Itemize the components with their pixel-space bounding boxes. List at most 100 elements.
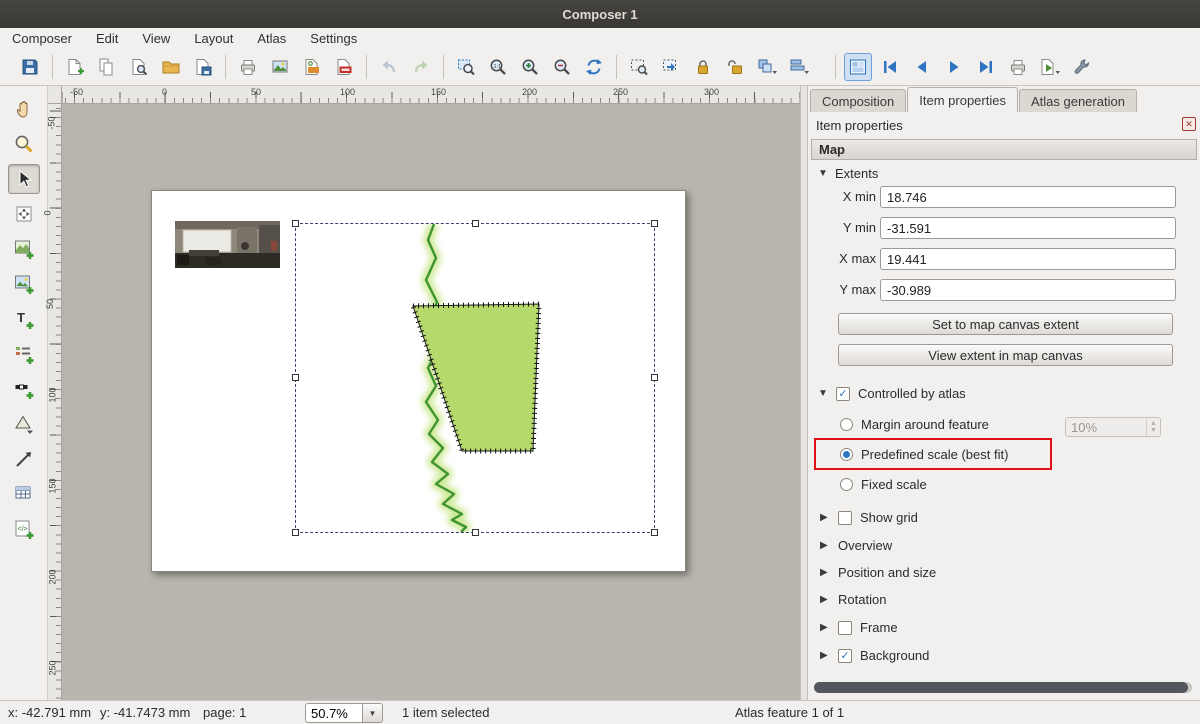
unlock-all-items-button[interactable]: [721, 53, 749, 81]
zoom-full-button[interactable]: [452, 53, 480, 81]
export-atlas-button[interactable]: [1036, 53, 1064, 81]
lock-selected-items-button[interactable]: [689, 53, 717, 81]
align-items-button[interactable]: [785, 53, 813, 81]
add-new-map-tool-button[interactable]: [8, 234, 40, 264]
menu-layout[interactable]: Layout: [194, 31, 233, 46]
fixed-scale-radio[interactable]: [840, 478, 853, 491]
ymax-input[interactable]: [880, 279, 1176, 301]
close-panel-button[interactable]: ✕: [1182, 117, 1196, 131]
resize-handle-s[interactable]: [472, 529, 479, 536]
export-as-svg-button[interactable]: [298, 53, 326, 81]
margin-around-feature-radio[interactable]: [840, 418, 853, 431]
map-item[interactable]: [295, 223, 655, 533]
last-feature-button[interactable]: [972, 53, 1000, 81]
picture-item[interactable]: [175, 221, 280, 268]
export-as-pdf-button[interactable]: [330, 53, 358, 81]
predefined-scale-radio[interactable]: [840, 448, 853, 461]
fixed-scale-option[interactable]: Fixed scale: [840, 477, 927, 492]
undo-button[interactable]: [375, 53, 403, 81]
frame-checkbox[interactable]: [838, 621, 852, 635]
resize-handle-ne[interactable]: [651, 220, 658, 227]
xmax-input[interactable]: [880, 248, 1176, 270]
move-item-content-tool-button[interactable]: [8, 199, 40, 229]
add-attribute-table-tool-button[interactable]: [8, 479, 40, 509]
redo-button[interactable]: [407, 53, 435, 81]
menu-atlas[interactable]: Atlas: [257, 31, 286, 46]
composer-manager-button[interactable]: [125, 53, 153, 81]
margin-spinbox[interactable]: ▲▼: [1065, 417, 1161, 437]
overview-group-header[interactable]: ▶ Overview: [820, 538, 892, 553]
ymin-input[interactable]: [880, 217, 1176, 239]
menu-view[interactable]: View: [142, 31, 170, 46]
add-html-frame-tool-button[interactable]: </>: [8, 514, 40, 544]
show-grid-group-header[interactable]: ▶ Show grid: [820, 510, 918, 525]
zoom-in-button[interactable]: [516, 53, 544, 81]
tab-composition[interactable]: Composition: [810, 89, 906, 112]
spinner-arrows[interactable]: ▲▼: [1146, 418, 1160, 436]
zoom-to-selection-button[interactable]: [625, 53, 653, 81]
add-image-tool-button[interactable]: [8, 269, 40, 299]
first-feature-button[interactable]: [876, 53, 904, 81]
window-titlebar[interactable]: Composer 1: [0, 0, 1200, 28]
scrollbar-thumb[interactable]: [814, 682, 1188, 693]
zoom-tool-button[interactable]: [8, 129, 40, 159]
export-as-image-button[interactable]: [266, 53, 294, 81]
rotation-group-header[interactable]: ▶ Rotation: [820, 592, 886, 607]
composition-page[interactable]: [151, 190, 686, 572]
add-arrow-tool-button[interactable]: [8, 444, 40, 474]
background-checkbox[interactable]: ✓: [838, 649, 852, 663]
extents-group-header[interactable]: ▼ Extents: [818, 166, 878, 181]
print-button[interactable]: [234, 53, 262, 81]
zoom-dropdown-button[interactable]: ▼: [363, 703, 383, 723]
load-from-template-button[interactable]: [157, 53, 185, 81]
panel-horizontal-scrollbar[interactable]: [814, 682, 1192, 693]
add-new-label-tool-button[interactable]: T: [8, 304, 40, 334]
print-atlas-button[interactable]: [1004, 53, 1032, 81]
composition-viewport[interactable]: [62, 104, 800, 700]
resize-handle-nw[interactable]: [292, 220, 299, 227]
tab-item-properties[interactable]: Item properties: [907, 87, 1018, 112]
menu-settings[interactable]: Settings: [310, 31, 357, 46]
resize-handle-n[interactable]: [472, 220, 479, 227]
group-items-button[interactable]: [753, 53, 781, 81]
save-as-template-button[interactable]: [189, 53, 217, 81]
select-move-item-tool-button[interactable]: [8, 164, 40, 194]
tab-atlas-generation[interactable]: Atlas generation: [1019, 89, 1137, 112]
set-to-map-canvas-extent-button[interactable]: Set to map canvas extent: [838, 313, 1173, 335]
menu-composer[interactable]: Composer: [12, 31, 72, 46]
controlled-by-atlas-header[interactable]: ▼ ✓ Controlled by atlas: [818, 386, 966, 401]
atlas-settings-button[interactable]: [1068, 53, 1096, 81]
resize-handle-se[interactable]: [651, 529, 658, 536]
add-new-scalebar-tool-button[interactable]: [8, 374, 40, 404]
new-composition-button[interactable]: [61, 53, 89, 81]
background-group-header[interactable]: ▶ ✓ Background: [820, 648, 929, 663]
pan-tool-button[interactable]: [8, 94, 40, 124]
controlled-by-atlas-checkbox[interactable]: ✓: [836, 387, 850, 401]
refresh-view-button[interactable]: [580, 53, 608, 81]
predefined-scale-option[interactable]: Predefined scale (best fit): [840, 447, 1008, 462]
save-project-button[interactable]: [16, 53, 44, 81]
zoom-combo[interactable]: ▼: [305, 703, 385, 723]
margin-value-input[interactable]: [1066, 418, 1146, 436]
preview-atlas-button[interactable]: [844, 53, 872, 81]
show-grid-checkbox[interactable]: [838, 511, 852, 525]
menu-edit[interactable]: Edit: [96, 31, 118, 46]
pan-to-selection-button[interactable]: [657, 53, 685, 81]
add-basic-shape-tool-button[interactable]: [8, 409, 40, 439]
zoom-out-button[interactable]: [548, 53, 576, 81]
resize-handle-e[interactable]: [651, 374, 658, 381]
margin-around-feature-option[interactable]: Margin around feature: [840, 417, 989, 432]
add-new-legend-tool-button[interactable]: [8, 339, 40, 369]
panel-splitter[interactable]: [800, 86, 808, 700]
view-extent-in-map-canvas-button[interactable]: View extent in map canvas: [838, 344, 1173, 366]
next-feature-button[interactable]: [940, 53, 968, 81]
frame-group-header[interactable]: ▶ Frame: [820, 620, 898, 635]
resize-handle-sw[interactable]: [292, 529, 299, 536]
position-and-size-group-header[interactable]: ▶ Position and size: [820, 565, 936, 580]
zoom-level-input[interactable]: [305, 703, 363, 723]
previous-feature-button[interactable]: [908, 53, 936, 81]
xmin-input[interactable]: [880, 186, 1176, 208]
resize-handle-w[interactable]: [292, 374, 299, 381]
duplicate-composition-button[interactable]: [93, 53, 121, 81]
zoom-100-button[interactable]: 1:1: [484, 53, 512, 81]
